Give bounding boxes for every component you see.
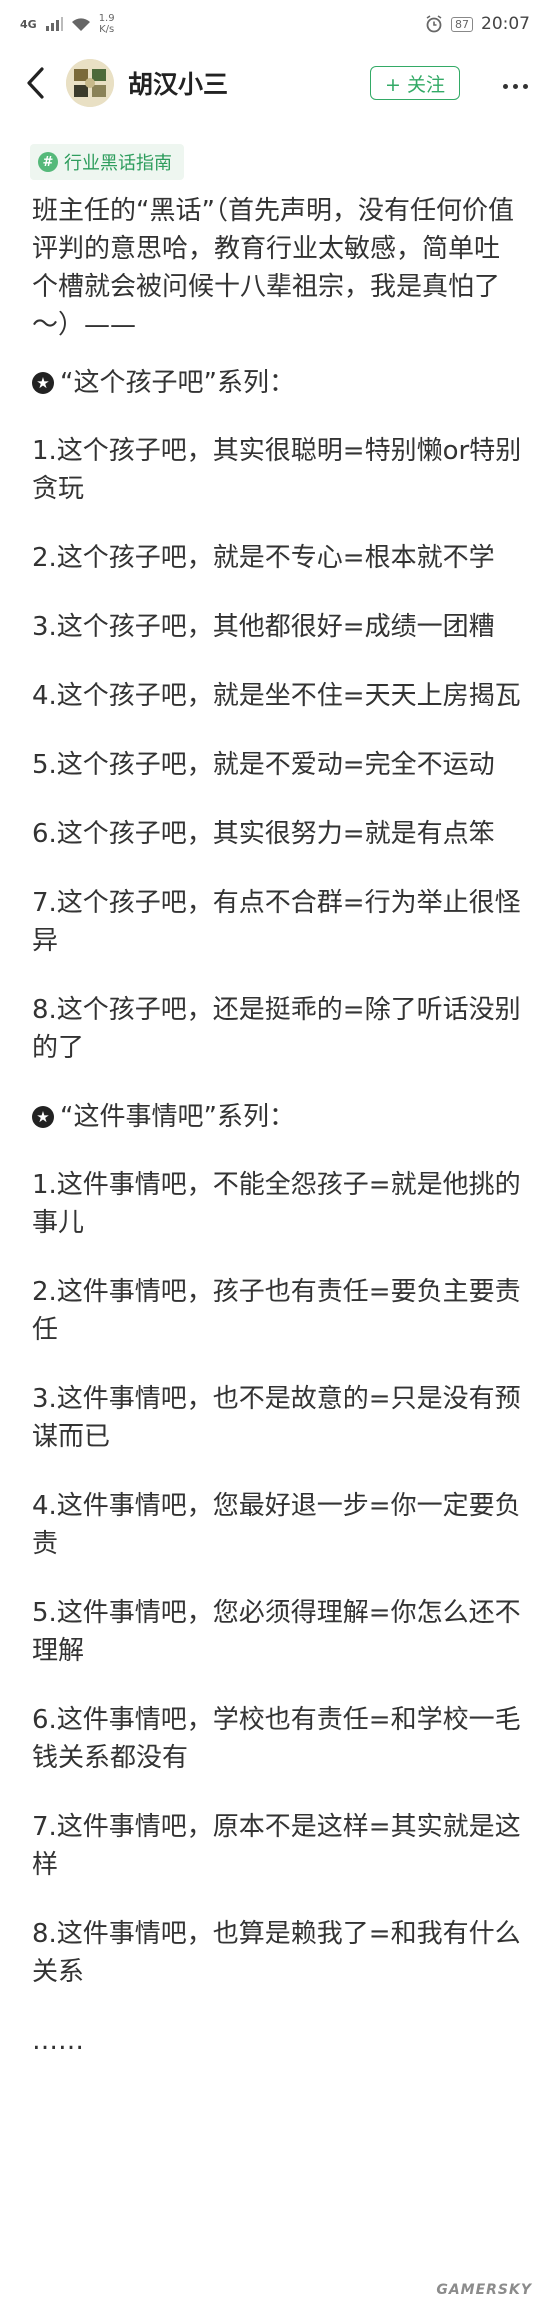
back-button[interactable]: [20, 63, 50, 103]
list-item: 5.这件事情吧，您必须得理解=你怎么还不理解: [32, 1598, 521, 1666]
status-right: 87 20:07: [425, 14, 530, 34]
alarm-clock-icon: [426, 15, 442, 33]
network-speed-value: 1.9: [98, 13, 115, 24]
star-icon: ★: [32, 1106, 54, 1128]
network-speed: 1.9 K/s: [99, 13, 115, 35]
battery-indicator: 87: [451, 16, 473, 32]
list-item: 1.这件事情吧，不能全怨孩子=就是他挑的事儿: [32, 1170, 521, 1238]
list-item: 4.这件事情吧，您最好退一步=你一定要负责: [32, 1491, 521, 1559]
back-arrow-icon: [27, 67, 44, 99]
follow-button-label: + 关注: [385, 73, 445, 96]
list-item: 7.这件事情吧，原本不是这样=其实就是这样: [32, 1812, 521, 1880]
section-title-text: “这个孩子吧”系列：: [60, 368, 295, 398]
clock-time: 20:07: [481, 14, 530, 34]
more-options-button[interactable]: [500, 68, 530, 98]
section-title: ★ “这个孩子吧”系列：: [32, 364, 522, 402]
list-item: 2.这件事情吧，孩子也有责任=要负主要责任: [32, 1277, 521, 1345]
status-bar: 4G 1.9 K/s 87 20:07: [0, 0, 550, 48]
profile-header: 胡汉小三 + 关注: [0, 48, 550, 118]
watermark: GAMERSKY: [436, 2282, 532, 2298]
list-item: 8.这个孩子吧，还是挺乖的=除了听话没别的了: [32, 995, 521, 1063]
post-intro: 班主任的“黑话”（首先声明，没有任何价值评判的意思哈，教育行业太敏感，简单吐个槽…: [32, 196, 514, 340]
list-item: 5.这个孩子吧，就是不爱动=完全不运动: [32, 750, 495, 780]
avatar[interactable]: [66, 59, 114, 107]
topic-tag[interactable]: # 行业黑话指南: [30, 144, 184, 180]
list-item: 3.这件事情吧，也不是故意的=只是没有预谋而已: [32, 1384, 521, 1452]
list-item: 7.这个孩子吧，有点不合群=行为举止很怪异: [32, 888, 521, 956]
ellipsis-text: ……: [32, 2026, 84, 2056]
section-title: ★ “这件事情吧”系列：: [32, 1098, 522, 1136]
status-left: 4G 1.9 K/s: [20, 13, 115, 35]
signal-icon: 4G: [20, 17, 37, 31]
username[interactable]: 胡汉小三: [128, 65, 370, 101]
avatar-image: [66, 59, 114, 107]
post-content: 班主任的“黑话”（首先声明，没有任何价值评判的意思哈，教育行业太敏感，简单吐个槽…: [32, 192, 522, 2060]
section-title-text: “这件事情吧”系列：: [60, 1102, 295, 1132]
wifi-icon: [71, 17, 90, 31]
cellular-bars-icon: [45, 17, 63, 31]
list-item: 4.这个孩子吧，就是坐不住=天天上房揭瓦: [32, 681, 521, 711]
list-item: 1.这个孩子吧，其实很聪明=特别懒or特别贪玩: [32, 436, 522, 504]
list-item: 3.这个孩子吧，其他都很好=成绩一团糟: [32, 612, 495, 642]
topic-tag-label: 行业黑话指南: [64, 153, 172, 174]
more-dots-icon: [500, 74, 530, 93]
list-item: 6.这件事情吧，学校也有责任=和学校一毛钱关系都没有: [32, 1705, 521, 1773]
list-item: 8.这件事情吧，也算是赖我了=和我有什么关系: [32, 1919, 521, 1987]
network-speed-unit: K/s: [99, 24, 115, 35]
list-item: 6.这个孩子吧，其实很努力=就是有点笨: [32, 819, 495, 849]
hashtag-icon: #: [38, 152, 58, 172]
list-item: 2.这个孩子吧，就是不专心=根本就不学: [32, 543, 495, 573]
star-icon: ★: [32, 372, 54, 394]
follow-button[interactable]: + 关注: [370, 66, 460, 100]
